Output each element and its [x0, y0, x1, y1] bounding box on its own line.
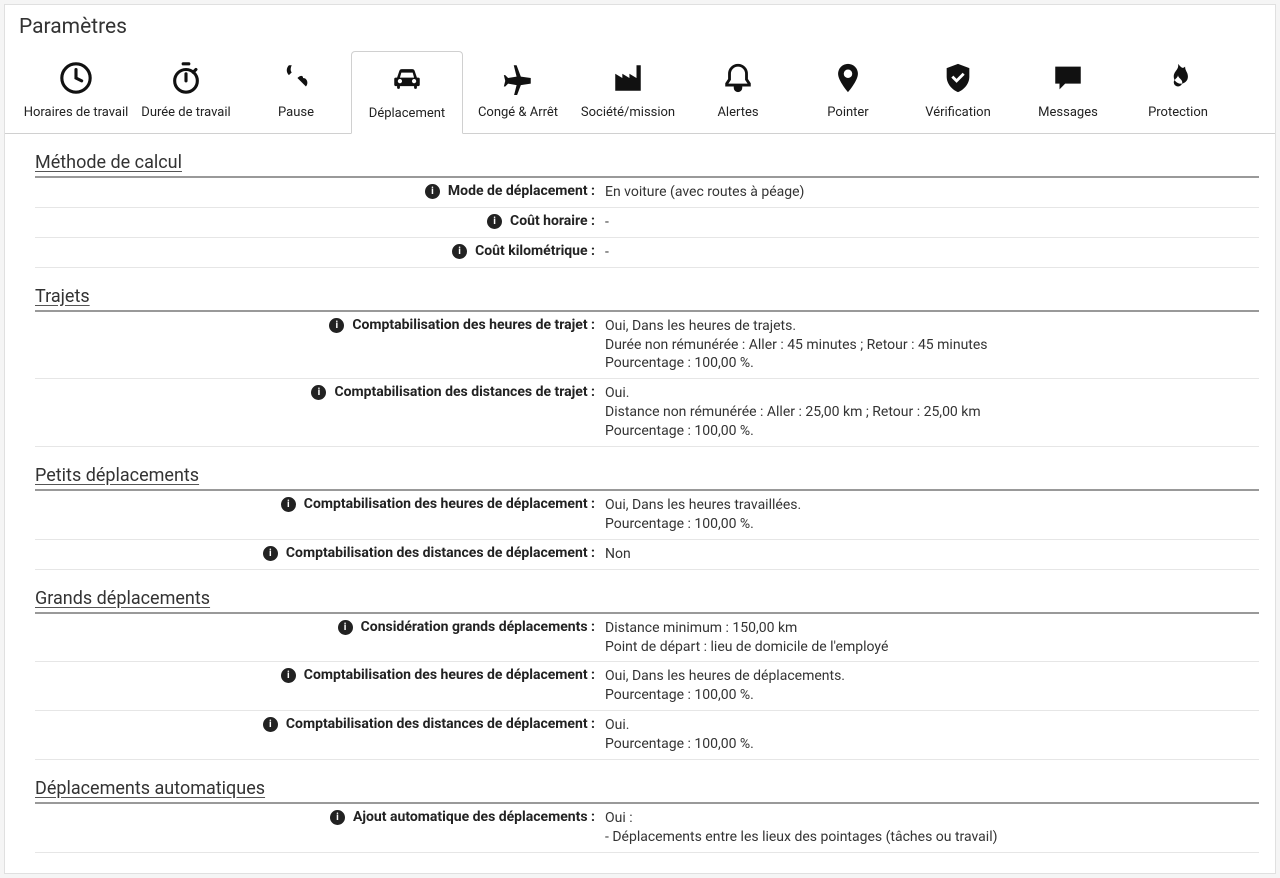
settings-row: i Comptabilisation des heures de déplacem…	[35, 491, 1259, 540]
tabs-bar: Horaires de travailDurée de travailPause…	[5, 51, 1275, 134]
row-value: Oui, Dans les heures travaillées.Pourcen…	[605, 496, 1259, 534]
row-value: Oui.Distance non rémunérée : Aller : 25,…	[605, 384, 1259, 441]
settings-row: i Considération grands déplacements : Dist…	[35, 614, 1259, 663]
bell-icon	[683, 59, 793, 97]
row-value: En voiture (avec routes à péage)	[605, 183, 1259, 202]
tab-factory[interactable]: Société/mission	[573, 51, 683, 133]
info-icon[interactable]: i	[487, 214, 502, 229]
tab-label: Alertes	[683, 105, 793, 120]
tab-label: Pause	[241, 105, 351, 120]
row-label: Comptabilisation des heures de trajet :	[352, 317, 595, 333]
section-title: Petits déplacements	[35, 453, 1259, 491]
row-label: Coût kilométrique :	[475, 243, 595, 259]
settings-row: i Mode de déplacement : En voiture (avec r…	[35, 178, 1259, 208]
tab-car[interactable]: Déplacement	[351, 51, 463, 134]
settings-row: i Comptabilisation des distances de traje…	[35, 379, 1259, 447]
settings-row: i Ajout automatique des déplacements : Oui…	[35, 804, 1259, 853]
section-title: Grands déplacements	[35, 576, 1259, 614]
plane-icon	[463, 59, 573, 97]
row-label: Considération grands déplacements :	[361, 619, 595, 635]
car-icon	[352, 60, 462, 98]
row-label: Coût horaire :	[510, 213, 595, 229]
info-icon[interactable]: i	[281, 668, 296, 683]
row-value: Non	[605, 545, 1259, 564]
shield-icon	[903, 59, 1013, 97]
row-value: Oui.Pourcentage : 100,00 %.	[605, 716, 1259, 754]
tab-utensils[interactable]: Pause	[241, 51, 351, 133]
tab-label: Déplacement	[352, 106, 462, 121]
info-icon[interactable]: i	[425, 184, 440, 199]
info-icon[interactable]: i	[281, 497, 296, 512]
flame-icon	[1123, 59, 1233, 97]
utensils-icon	[241, 59, 351, 97]
clock-icon	[21, 59, 131, 97]
info-icon[interactable]: i	[330, 810, 345, 825]
tab-stopwatch[interactable]: Durée de travail	[131, 51, 241, 133]
row-value: -	[605, 213, 1259, 232]
info-icon[interactable]: i	[263, 717, 278, 732]
info-icon[interactable]: i	[452, 244, 467, 259]
content-area: Méthode de calcul i Mode de déplacement : E…	[5, 140, 1275, 873]
tab-label: Congé & Arrêt	[463, 105, 573, 120]
info-icon[interactable]: i	[263, 546, 278, 561]
row-label: Comptabilisation des distances de déplac…	[286, 545, 595, 561]
row-value: Oui, Dans les heures de trajets.Durée no…	[605, 317, 1259, 374]
settings-panel: Paramètres Horaires de travailDurée de t…	[4, 4, 1276, 874]
message-icon	[1013, 59, 1123, 97]
section-title: Déplacements automatiques	[35, 766, 1259, 804]
stopwatch-icon	[131, 59, 241, 97]
page-title: Paramètres	[5, 5, 1275, 51]
settings-row: i Comptabilisation des distances de dépla…	[35, 540, 1259, 570]
row-label: Ajout automatique des déplacements :	[353, 809, 595, 825]
info-icon[interactable]: i	[311, 385, 326, 400]
info-icon[interactable]: i	[338, 620, 353, 635]
tab-plane[interactable]: Congé & Arrêt	[463, 51, 573, 133]
settings-row: i Comptabilisation des distances de dépla…	[35, 711, 1259, 760]
factory-icon	[573, 59, 683, 97]
tab-label: Messages	[1013, 105, 1123, 120]
row-value: -	[605, 243, 1259, 262]
tab-label: Durée de travail	[131, 105, 241, 120]
tab-pin[interactable]: Pointer	[793, 51, 903, 133]
row-label: Comptabilisation des heures de déplaceme…	[304, 496, 595, 512]
settings-row: i Coût kilométrique :-	[35, 238, 1259, 268]
pin-icon	[793, 59, 903, 97]
settings-row: i Comptabilisation des heures de déplacem…	[35, 662, 1259, 711]
settings-row: i Comptabilisation des heures de trajet :…	[35, 312, 1259, 380]
tab-label: Société/mission	[573, 105, 683, 120]
tab-flame[interactable]: Protection	[1123, 51, 1233, 133]
tab-bell[interactable]: Alertes	[683, 51, 793, 133]
tab-clock[interactable]: Horaires de travail	[21, 51, 131, 133]
tab-label: Horaires de travail	[21, 105, 131, 120]
row-label: Comptabilisation des distances de déplac…	[286, 716, 595, 732]
row-value: Oui :- Déplacements entre les lieux des …	[605, 809, 1259, 847]
row-label: Comptabilisation des heures de déplaceme…	[304, 667, 595, 683]
tab-label: Pointer	[793, 105, 903, 120]
info-icon[interactable]: i	[329, 318, 344, 333]
row-value: Distance minimum : 150,00 kmPoint de dép…	[605, 619, 1259, 657]
tab-shield[interactable]: Vérification	[903, 51, 1013, 133]
tab-message[interactable]: Messages	[1013, 51, 1123, 133]
settings-row: i Coût horaire :-	[35, 208, 1259, 238]
tab-label: Vérification	[903, 105, 1013, 120]
row-value: Oui, Dans les heures de déplacements.Pou…	[605, 667, 1259, 705]
section-title: Méthode de calcul	[35, 140, 1259, 178]
row-label: Comptabilisation des distances de trajet…	[334, 384, 595, 400]
tab-label: Protection	[1123, 105, 1233, 120]
section-title: Trajets	[35, 274, 1259, 312]
row-label: Mode de déplacement :	[448, 183, 595, 199]
